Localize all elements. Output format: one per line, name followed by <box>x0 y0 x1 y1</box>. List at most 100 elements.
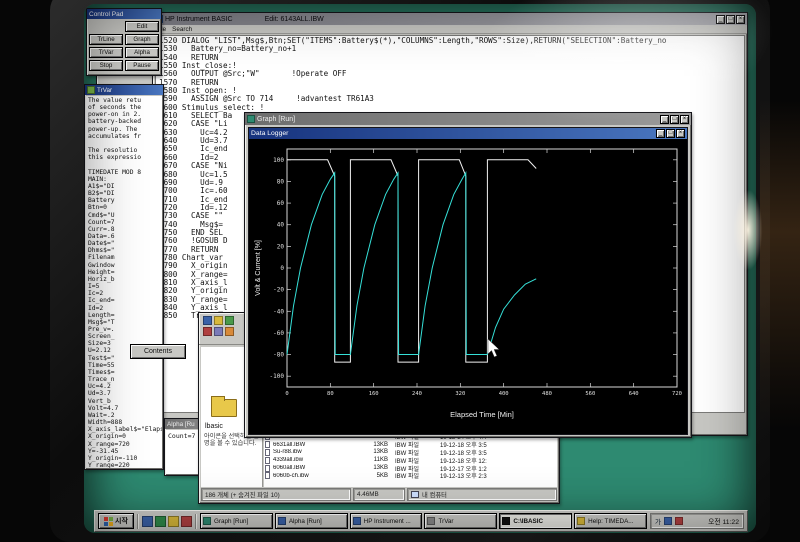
minimize-icon[interactable]: _ <box>656 129 665 138</box>
control-pad-button-graph[interactable]: Graph <box>125 34 159 45</box>
document-title: Edit: 6143ALL.IBW <box>265 16 324 23</box>
start-button[interactable]: 시작 <box>98 513 134 529</box>
control-pad-button-trvar[interactable]: TrVar <box>89 47 123 58</box>
explorer-toolbar-icons <box>203 316 239 336</box>
variable-line: Msg$="T <box>88 319 160 326</box>
close-icon[interactable]: × <box>676 129 685 138</box>
variable-line: Ud=3.7 <box>88 390 160 397</box>
quick-launch-icon[interactable] <box>181 516 192 527</box>
datalogger-chart: 100806040200-20-40-60-80-100080160240320… <box>249 139 687 434</box>
control-pad-button-edit[interactable]: Edit <box>125 21 159 32</box>
taskbar-button[interactable]: C:\IBASIC <box>499 513 572 529</box>
trvar-titlebar[interactable]: TrVar <box>85 85 163 95</box>
file-size: 13KB <box>362 465 388 471</box>
file-icon <box>265 457 270 464</box>
control-pad-titlebar[interactable]: Control Pad <box>87 9 161 19</box>
maximize-icon[interactable]: □ <box>666 129 675 138</box>
task-label: Graph [Run] <box>214 518 248 525</box>
file-row[interactable]: 6060b-ch.ibw5KBIBW 파일19-12-13 오후 2:3 <box>265 472 555 480</box>
control-pad-button-trline[interactable]: TrLine <box>89 34 123 45</box>
control-pad-spacer <box>89 21 123 32</box>
contents-button[interactable]: Contents <box>130 344 186 359</box>
graph-titlebar[interactable]: Graph [Run] _ □ × <box>245 113 691 125</box>
tray-icon[interactable] <box>675 517 683 525</box>
taskbar-button[interactable]: Alpha [Run] <box>275 513 348 529</box>
minimize-icon[interactable]: _ <box>660 115 669 124</box>
desktop-screen: TIMEDATE DA × FileEdit HP Instrument BAS… <box>84 4 756 533</box>
task-label: Help: TIMEDA... <box>588 518 633 525</box>
variable-line: Volt=4.7 <box>88 405 160 412</box>
file-name: 6060b-ch.ibw <box>273 473 359 479</box>
taskbar-button[interactable]: HP Instrument ... <box>350 513 423 529</box>
file-icon <box>265 465 270 472</box>
variable-line: Filenam <box>88 254 160 261</box>
code-line: 1540 RETURN <box>159 54 741 62</box>
variable-line: Y_range=220 <box>88 462 160 468</box>
variable-line: Dhms$=" <box>88 247 160 254</box>
taskbar-button[interactable]: Help: TIMEDA... <box>574 513 647 529</box>
graph-window[interactable]: Graph [Run] _ □ × Data Logger _ □ × <box>244 112 692 438</box>
y-tick-label: -40 <box>273 308 284 315</box>
variable-line: Length= <box>88 312 160 319</box>
minimize-icon[interactable]: _ <box>716 15 725 24</box>
datalogger-titlebar[interactable]: Data Logger _ □ × <box>249 128 687 139</box>
file-list[interactable]: 6631b-d.ibw9KBIBW 파일19-12-24 오후 4:46631a… <box>265 433 555 480</box>
file-size: 13KB <box>362 442 388 448</box>
maximize-icon[interactable]: □ <box>726 15 735 24</box>
toolbar-icon[interactable] <box>203 327 212 336</box>
y-tick-label: 100 <box>273 157 284 164</box>
taskbar[interactable]: 시작 Graph [Run] Alpha [Run]HP Instrument .… <box>94 510 748 532</box>
menu-search[interactable]: Search <box>172 26 192 33</box>
toolbar-icon[interactable] <box>225 327 234 336</box>
x-tick-label: 240 <box>412 391 422 397</box>
y-axis-title: Volt & Current [%] <box>255 240 262 296</box>
help-text-line <box>88 161 160 168</box>
toolbar-icon[interactable] <box>225 316 234 325</box>
system-tray[interactable]: 가 오전 11:22 <box>650 513 744 529</box>
task-icon <box>427 517 435 525</box>
maximize-icon[interactable]: □ <box>670 115 679 124</box>
variable-line: X_range=720 <box>88 441 160 448</box>
quick-launch-icon[interactable] <box>168 516 179 527</box>
variable-line: Ic_end= <box>88 297 160 304</box>
close-icon[interactable]: × <box>736 15 745 24</box>
ime-indicator[interactable]: 가 <box>655 516 661 526</box>
control-pad-title: Control Pad <box>89 11 123 18</box>
variable-line: Battery <box>88 197 160 204</box>
taskbar-button[interactable]: Graph [Run] <box>200 513 273 529</box>
taskbar-button[interactable]: TrVar <box>424 513 497 529</box>
tray-icon[interactable] <box>664 517 672 525</box>
quick-launch-icon[interactable] <box>155 516 166 527</box>
variable-line: Data=.6 <box>88 233 160 240</box>
taskbar-separator <box>195 514 197 529</box>
variable-line: Curr=.8 <box>88 226 160 233</box>
variable-line: Y_origin=-110 <box>88 455 160 462</box>
file-size: 11KB <box>362 457 388 463</box>
toolbar-icon[interactable] <box>203 316 212 325</box>
help-text-line: this expressio <box>88 154 160 161</box>
task-icon <box>502 517 510 525</box>
trvar-window[interactable]: TrVar The value retuof seconds thepower-… <box>84 84 164 470</box>
trvar-icon <box>87 86 95 94</box>
graph-title: Graph [Run] <box>257 116 295 123</box>
help-text-line: TIMEDATE MOD 8 <box>88 169 160 176</box>
basic-window-titlebar[interactable]: HP Instrument BASIC Edit: 6143ALL.IBW _ … <box>153 13 747 25</box>
file-size: 13KB <box>362 449 388 455</box>
control-pad-button-pause[interactable]: Pause <box>125 60 159 71</box>
variable-line: X_axis_label$="Elaps <box>88 426 160 433</box>
control-pad-button-stop[interactable]: Stop <box>89 60 123 71</box>
quick-launch-icon[interactable] <box>142 516 153 527</box>
variable-line: Pre_v=. <box>88 326 160 333</box>
variable-line: Gwindow <box>88 262 160 269</box>
toolbar-icon[interactable] <box>214 327 223 336</box>
control-pad-window[interactable]: Control Pad EditTrLineGraphTrVarAlphaSto… <box>86 8 162 76</box>
variable-line: Screen_ <box>88 333 160 340</box>
close-icon[interactable]: × <box>680 115 689 124</box>
variable-list[interactable]: The value retuof seconds thepower-on in … <box>86 96 162 468</box>
task-label: C:\IBASIC <box>513 518 543 525</box>
x-tick-label: 0 <box>285 391 288 397</box>
file-size: 5KB <box>362 473 388 479</box>
toolbar-icon[interactable] <box>214 316 223 325</box>
datalogger-window[interactable]: Data Logger _ □ × 100806040200-20-40-60-… <box>248 127 688 435</box>
control-pad-button-alpha[interactable]: Alpha <box>125 47 159 58</box>
